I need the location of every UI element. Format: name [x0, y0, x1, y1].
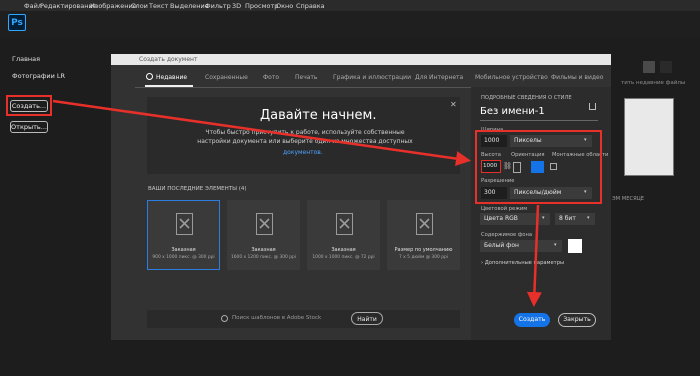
arrow-to-create	[526, 204, 542, 307]
annotation-arrows	[52, 99, 542, 307]
arrow-to-params	[52, 99, 471, 167]
